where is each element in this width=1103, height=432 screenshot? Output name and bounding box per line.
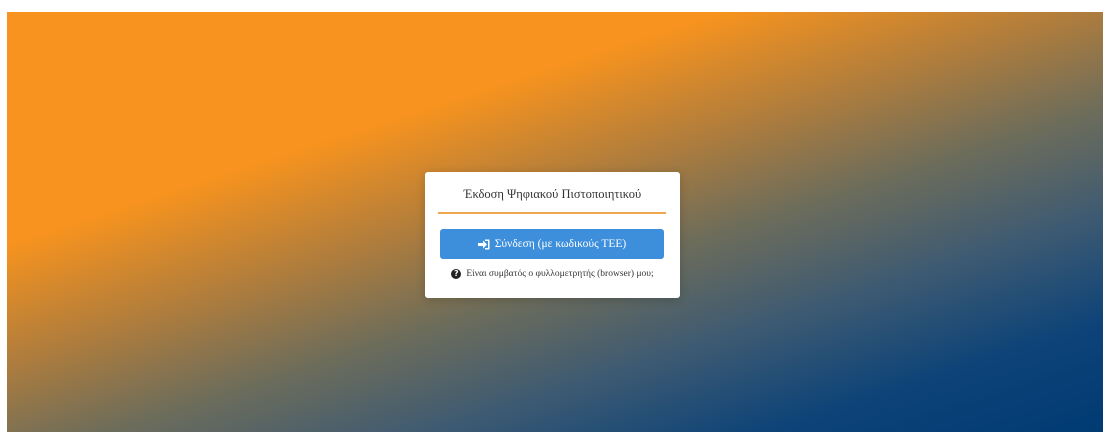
sign-in-icon (477, 239, 490, 249)
login-card: Έκδοση Ψηφιακού Πιστοποιητικού Σύνδεση (… (425, 172, 680, 298)
title-divider (438, 212, 666, 214)
question-circle-icon: ? (451, 269, 462, 279)
login-button-label: Σύνδεση (με κωδικούς ΤΕΕ) (494, 238, 627, 250)
help-link-label: Είναι συμβατός ο φυλλομετρητής (browser)… (466, 269, 654, 279)
browser-compatibility-link[interactable]: ? Είναι συμβατός ο φυλλομετρητής (browse… (425, 269, 680, 279)
login-button[interactable]: Σύνδεση (με κωδικούς ΤΕΕ) (440, 229, 664, 259)
card-title: Έκδοση Ψηφιακού Πιστοποιητικού (463, 187, 642, 201)
page-background: Έκδοση Ψηφιακού Πιστοποιητικού Σύνδεση (… (7, 12, 1103, 432)
